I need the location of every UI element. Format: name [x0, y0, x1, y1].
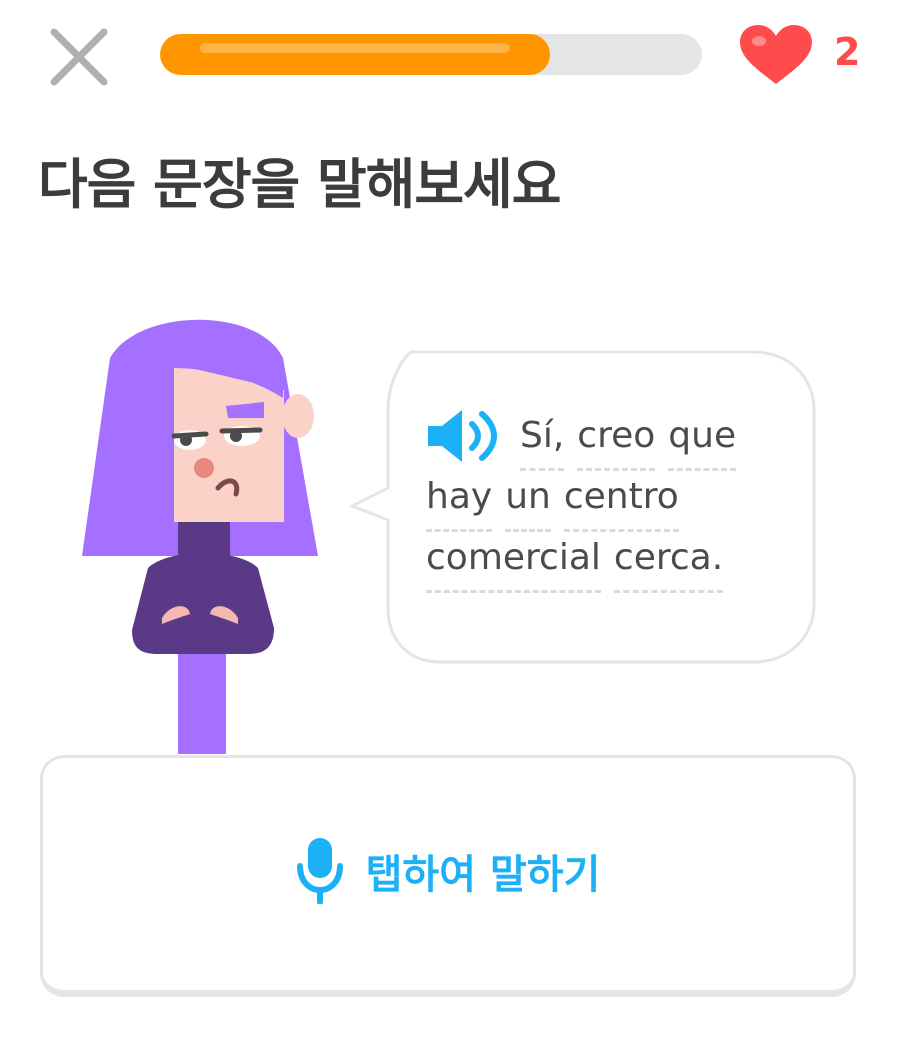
hearts-counter[interactable]: 2	[738, 24, 868, 86]
page-title: 다음 문장을 말해보세요	[38, 153, 561, 216]
close-x-icon	[50, 28, 108, 86]
heart-icon	[740, 25, 812, 84]
close-button[interactable]	[46, 24, 112, 90]
word[interactable]: comercial	[426, 516, 601, 599]
microphone-icon	[296, 838, 343, 904]
progress-shine	[200, 43, 511, 53]
character-illustration	[78, 318, 328, 754]
character-lily-icon	[82, 319, 318, 754]
word[interactable]: cerca.	[613, 516, 724, 599]
lesson-progress-bar	[160, 34, 702, 75]
tap-to-speak-button[interactable]: 탭하여 말하기	[40, 755, 856, 997]
sentence-line: comercial cerca.	[426, 516, 796, 599]
sentence: Sí, creo que hay un centro comercial cer…	[426, 394, 796, 599]
tap-to-speak-label: 탭하여 말하기	[365, 852, 601, 898]
hearts-count: 2	[834, 30, 861, 74]
progress-fill	[160, 34, 551, 75]
speech-bubble: Sí, creo que hay un centro comercial cer…	[350, 350, 816, 664]
tap-to-speak-content: 탭하여 말하기	[296, 838, 601, 904]
